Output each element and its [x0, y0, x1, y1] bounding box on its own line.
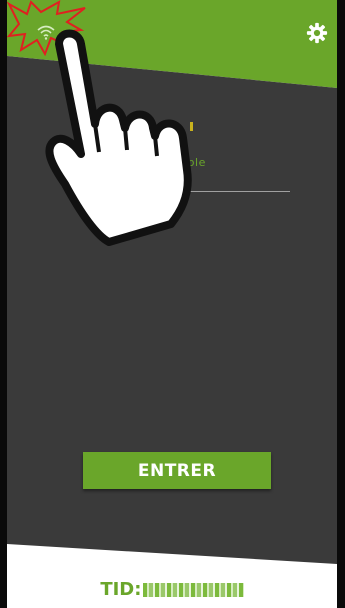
left-border: [0, 0, 7, 608]
app-frame: ible ENTRER TID:22792824: [0, 0, 345, 608]
tid-value: 22792824: [143, 583, 244, 597]
pointing-hand-icon: [45, 29, 192, 246]
tid-label: TID:: [100, 579, 142, 600]
terminal-id: TID:22792824: [7, 579, 337, 600]
right-border: [337, 0, 345, 608]
gear-icon[interactable]: [306, 22, 328, 44]
app-screen: ible ENTRER TID:22792824: [7, 0, 337, 608]
enter-button[interactable]: ENTRER: [83, 452, 271, 489]
